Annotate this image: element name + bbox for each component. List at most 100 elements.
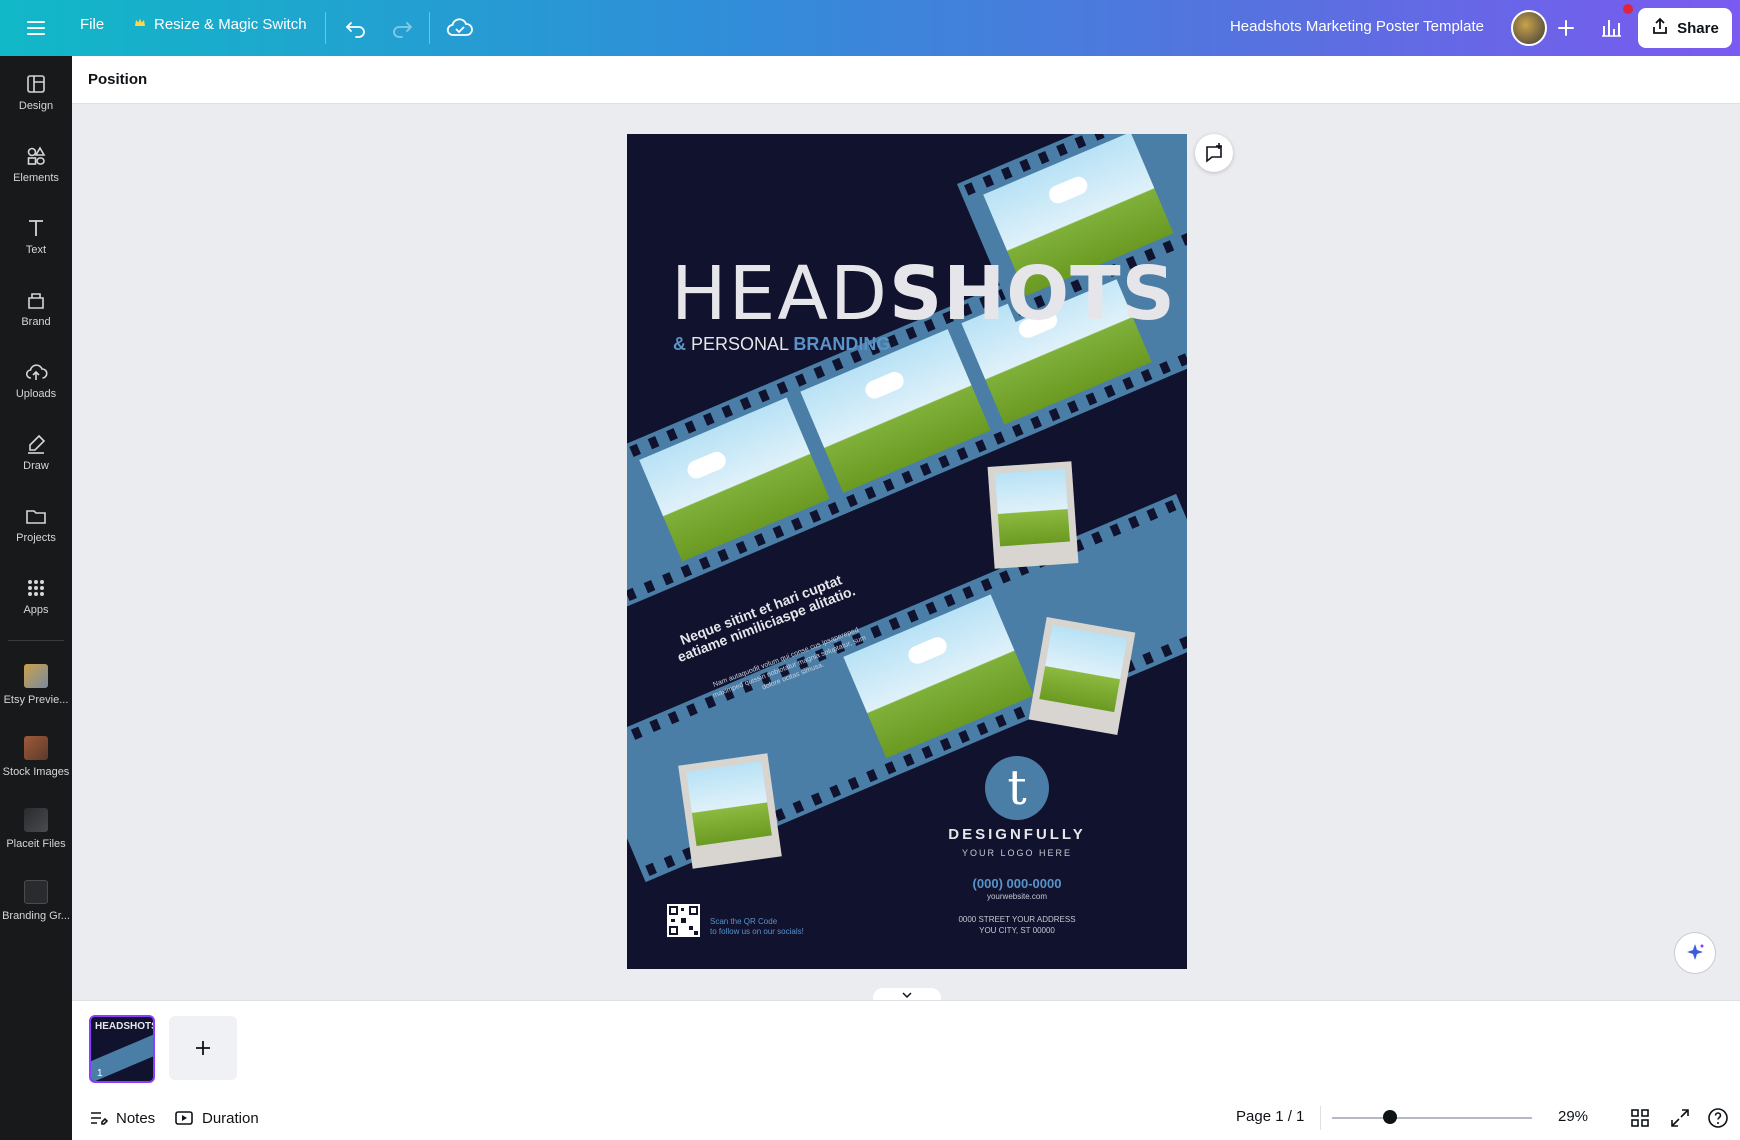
phone-number[interactable]: (000) 000-0000 (945, 876, 1089, 891)
film-sprocket-hole (964, 182, 976, 196)
page-count[interactable]: Page 1 / 1 (1236, 1108, 1304, 1125)
sidebar-item-draw[interactable]: Draw (0, 432, 72, 496)
toolbar-divider (429, 12, 430, 44)
film-sprocket-hole (1160, 643, 1173, 658)
polaroid-photo[interactable] (1028, 616, 1136, 736)
sub-personal: PERSONAL (691, 334, 789, 354)
film-sprocket-hole (883, 478, 895, 492)
film-sprocket-hole (1146, 507, 1159, 522)
qr-caption[interactable]: Scan the QR Code to follow us on our soc… (710, 917, 804, 937)
redo-icon[interactable] (388, 14, 416, 42)
sidebar-item-label: Draw (23, 460, 49, 472)
film-sprocket-hole (680, 564, 693, 578)
file-menu-label: File (80, 16, 105, 33)
uploads-icon (25, 364, 48, 380)
share-button[interactable]: Share (1638, 8, 1732, 48)
film-sprocket-hole (739, 396, 752, 411)
film-sprocket-hole (810, 792, 823, 806)
help-icon[interactable] (1706, 1106, 1730, 1130)
film-sprocket-hole (888, 617, 901, 631)
polaroid-photo[interactable] (678, 753, 782, 869)
projects-icon (26, 510, 46, 524)
sidebar-item-apps[interactable]: Apps (0, 576, 72, 640)
film-sprocket-hole (643, 579, 656, 594)
notes-icon (91, 1112, 108, 1125)
poster-canvas[interactable]: HEADSHOTS & PERSONAL BRANDING Neque siti… (627, 134, 1187, 969)
poster-headline[interactable]: HEADSHOTS (671, 256, 1176, 332)
add-comment-button[interactable] (1195, 134, 1233, 172)
hamburger-menu-icon[interactable] (24, 16, 48, 40)
film-sprocket-hole (1000, 166, 1013, 180)
sidebar-item-text[interactable]: Text (0, 216, 72, 280)
zoom-slider-handle[interactable] (1383, 1110, 1397, 1124)
add-collaborator-plus-icon[interactable] (1552, 14, 1580, 42)
zoom-slider-track[interactable] (1332, 1117, 1532, 1119)
file-menu-button[interactable]: File (80, 16, 104, 33)
sidebar-item-projects[interactable]: Projects (0, 504, 72, 568)
sidebar-item-label: Etsy Previe... (3, 694, 69, 706)
page-thumbnail[interactable]: HEADSHOTS 1 (89, 1015, 155, 1083)
film-sprocket-hole (776, 381, 789, 395)
sidebar-item-brand[interactable]: Brand (0, 288, 72, 352)
film-sprocket-hole (864, 486, 877, 500)
website-text[interactable]: yourwebsite.com (945, 892, 1089, 901)
zoom-level[interactable]: 29% (1558, 1108, 1588, 1125)
film-sprocket-hole (1019, 158, 1031, 173)
sidebar-item-elements[interactable]: Elements (0, 144, 72, 208)
footer-divider (1320, 1106, 1321, 1130)
sidebar-item-uploads[interactable]: Uploads (0, 360, 72, 424)
film-sprocket-hole (866, 769, 878, 783)
elements-icon (27, 146, 46, 165)
film-sprocket-hole (772, 525, 785, 539)
grid-view-icon[interactable] (1628, 1106, 1652, 1130)
sidebar-item-stock-images[interactable]: Stock Images (0, 736, 72, 800)
undo-icon[interactable] (342, 14, 370, 42)
poster-subheadline[interactable]: & PERSONAL BRANDING (673, 334, 890, 355)
film-sprocket-hole (795, 373, 807, 387)
toolbar-divider (325, 12, 326, 44)
analytics-chart-icon[interactable] (1595, 12, 1627, 44)
add-page-button[interactable] (169, 1016, 237, 1080)
film-sprocket-hole (995, 714, 1007, 728)
sidebar-item-design[interactable]: Design (0, 72, 72, 136)
film-sprocket-hole (939, 737, 952, 752)
film-sprocket-hole (903, 753, 915, 767)
duration-button[interactable]: Duration (174, 1108, 259, 1128)
logo-mark[interactable]: t (985, 756, 1049, 820)
polaroid-photo[interactable] (987, 461, 1079, 569)
brand-icon (28, 293, 44, 309)
placeit-files-icon (24, 808, 48, 832)
film-sprocket-hole (962, 585, 974, 600)
film-sprocket-hole (907, 609, 919, 623)
film-sprocket-hole (698, 556, 711, 570)
film-sprocket-hole (1037, 150, 1050, 165)
sidebar-item-label: Apps (23, 604, 49, 616)
film-sprocket-hole (975, 439, 987, 453)
stock-images-icon (24, 736, 48, 760)
sidebar-item-label: Design (18, 100, 54, 112)
position-button[interactable]: Position (88, 71, 147, 88)
branding-grid-icon (24, 880, 48, 904)
share-label: Share (1677, 19, 1719, 37)
cloud-save-icon[interactable] (444, 14, 476, 42)
sidebar-item-placeit-files[interactable]: Placeit Files (0, 808, 72, 872)
document-title[interactable]: Headshots Marketing Poster Template (1230, 18, 1484, 35)
notes-button[interactable]: Notes (88, 1108, 155, 1128)
comment-plus-icon (1206, 143, 1222, 163)
film-sprocket-hole (956, 447, 969, 461)
film-sprocket-hole (735, 540, 748, 555)
resize-magic-switch-button[interactable]: Resize & Magic Switch (134, 16, 307, 33)
user-avatar[interactable] (1511, 10, 1547, 46)
qr-code-icon[interactable] (667, 904, 700, 937)
magic-assistant-button[interactable] (1674, 932, 1716, 974)
sidebar-item-etsy-preview[interactable]: Etsy Previe... (0, 664, 72, 728)
sidebar-item-branding-grid[interactable]: Branding Gr... (0, 880, 72, 944)
logo-tagline[interactable]: YOUR LOGO HERE (945, 848, 1089, 858)
film-sprocket-hole (1011, 423, 1024, 437)
headline-bold-text: SHOTS (889, 251, 1176, 337)
fullscreen-icon[interactable] (1668, 1106, 1692, 1130)
plus-icon (196, 1041, 210, 1055)
address-text[interactable]: 0000 STREET YOUR ADDRESS YOU CITY, ST 00… (925, 914, 1109, 936)
film-sprocket-hole (1179, 636, 1187, 650)
logo-name[interactable]: DESIGNFULLY (945, 826, 1089, 843)
